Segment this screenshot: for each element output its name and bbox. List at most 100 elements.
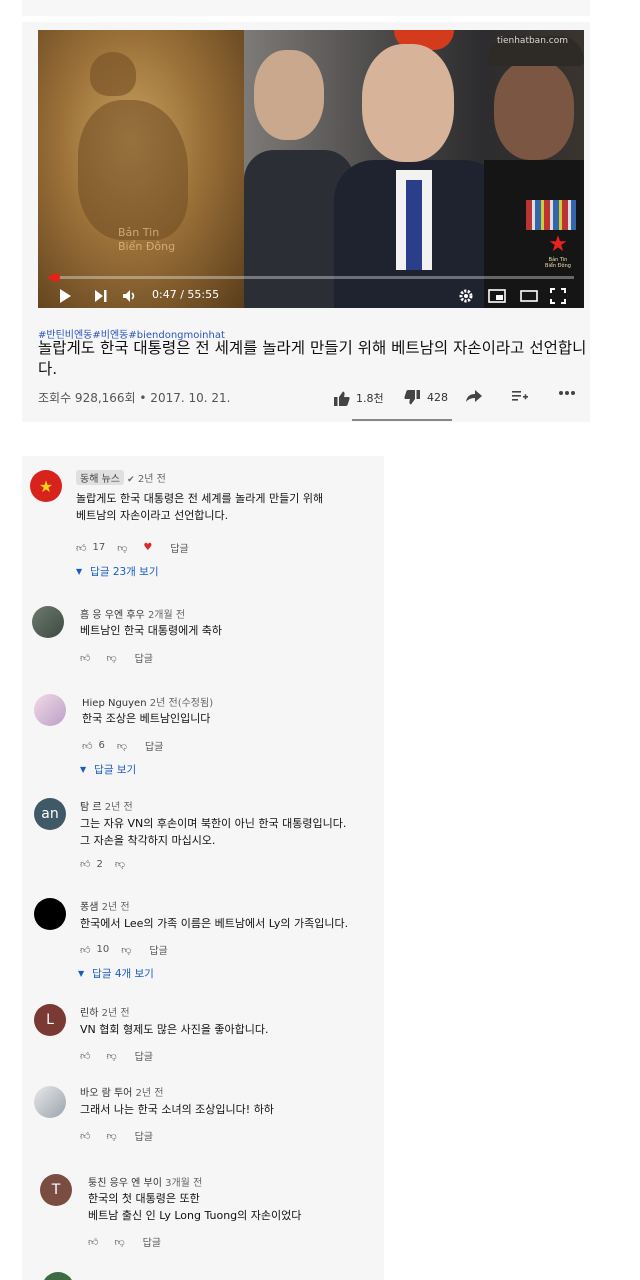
- comment-header: 탐 르 2년 전: [80, 798, 133, 813]
- comment-author[interactable]: 퉁친 응우 엔 부이: [88, 1178, 162, 1189]
- comment-time[interactable]: 2개월 전: [148, 610, 185, 621]
- miniplayer-icon[interactable]: [488, 286, 506, 306]
- comment-text: 한국 조상은 베트남인입니다: [82, 712, 211, 725]
- avatar[interactable]: [42, 1272, 74, 1280]
- avatar[interactable]: [34, 1086, 66, 1118]
- left-watermark-line1: Bản Tin: [118, 226, 160, 239]
- thumbs-down-icon[interactable]: 👎︎: [106, 1130, 116, 1142]
- photo-medals: [526, 200, 576, 230]
- volume-icon[interactable]: [122, 286, 138, 306]
- avatar[interactable]: an: [34, 798, 66, 830]
- playlist-add-icon: [512, 391, 528, 401]
- save-to-playlist-button[interactable]: [512, 390, 528, 402]
- share-button[interactable]: [466, 390, 482, 402]
- thumbs-down-icon[interactable]: 👎︎: [106, 652, 116, 664]
- like-count: 1.8천: [356, 392, 384, 405]
- thumbs-up-icon: [334, 391, 350, 406]
- photo-face-center: [362, 44, 454, 162]
- reply-button[interactable]: 답글: [135, 650, 153, 665]
- comment-like-count: 17: [92, 542, 106, 553]
- creator-heart-icon: ♥: [143, 542, 153, 553]
- thumbs-down-icon[interactable]: 👎︎: [117, 542, 127, 554]
- thumbs-down-icon[interactable]: 👎︎: [121, 944, 131, 956]
- comment-author[interactable]: 린하: [80, 1008, 98, 1019]
- thumbs-up-icon[interactable]: 👍︎: [82, 740, 92, 752]
- view-replies-link[interactable]: ▼ 답글 4개 보기: [78, 966, 154, 981]
- verified-check-icon: ✔: [127, 475, 135, 485]
- painting-horse: [78, 100, 188, 240]
- avatar[interactable]: [34, 694, 66, 726]
- avatar[interactable]: ★: [30, 470, 62, 502]
- thumbs-up-icon[interactable]: 👍︎: [76, 542, 86, 554]
- avatar[interactable]: L: [34, 1004, 66, 1036]
- comment-header: 바오 람 투어 2년 전: [80, 1084, 164, 1099]
- gear-icon[interactable]: [458, 286, 474, 306]
- reply-button[interactable]: 답글: [143, 1234, 161, 1249]
- video-left-painting: Bản Tin Biển Đông: [38, 30, 244, 308]
- comment-author[interactable]: 탐 르: [80, 802, 102, 813]
- player-controls: 0:47 / 55:55: [38, 284, 584, 308]
- avatar[interactable]: T: [40, 1174, 72, 1206]
- avatar-letter: L: [46, 1012, 54, 1028]
- next-icon[interactable]: [94, 286, 108, 306]
- comment-header: 퉁친 응우 엔 부이 3개월 전: [88, 1174, 202, 1189]
- play-icon[interactable]: [58, 286, 72, 306]
- more-actions-button[interactable]: [558, 390, 576, 396]
- comment-time[interactable]: 2년 전: [136, 1088, 164, 1099]
- theater-icon[interactable]: [520, 286, 538, 306]
- comment-actions: 👍︎ 👎︎ 답글: [80, 650, 153, 666]
- comment-actions: 👍︎ 17 👎︎ ♥ 답글: [76, 540, 189, 555]
- comment-actions: 👍︎ 👎︎ 답글: [88, 1234, 161, 1250]
- comment-time[interactable]: 3개월 전: [165, 1178, 202, 1189]
- comment-author[interactable]: 동해 뉴스: [76, 470, 124, 485]
- video-right-photo: [244, 30, 584, 308]
- thumbs-down-icon[interactable]: 👎︎: [115, 858, 125, 870]
- comment-author[interactable]: 퐁샘: [80, 902, 98, 913]
- view-replies-link[interactable]: ▼ 답글 보기: [80, 762, 136, 777]
- comment-time[interactable]: 2년 전: [102, 902, 130, 913]
- share-icon: [466, 390, 482, 402]
- channel-logo: ★ Bản Tin Biển Đông: [544, 233, 572, 270]
- reply-button[interactable]: 답글: [135, 1048, 153, 1063]
- comment-author[interactable]: 바오 람 투어: [80, 1088, 132, 1099]
- comment-text: VN 협회 형제도 많은 사진을 좋아합니다.: [80, 1023, 269, 1036]
- avatar[interactable]: [32, 606, 64, 638]
- thumbs-down-icon[interactable]: 👎︎: [117, 740, 127, 752]
- reply-button[interactable]: 답글: [145, 738, 163, 753]
- comment-actions: 👍︎ 👎︎ 답글: [80, 1048, 153, 1064]
- thumbs-up-icon[interactable]: 👍︎: [80, 944, 90, 956]
- painting-helmet: [90, 52, 136, 96]
- chevron-down-icon: ▼: [76, 567, 83, 576]
- view-replies-link[interactable]: ▼ 답글 23개 보기: [76, 564, 159, 579]
- comment-time[interactable]: 2년 전: [102, 1008, 130, 1019]
- comment-time[interactable]: 2년 전(수정됨): [150, 698, 213, 709]
- photo-tie: [406, 180, 422, 270]
- chevron-down-icon: ▼: [78, 969, 85, 978]
- thumbs-up-icon[interactable]: 👍︎: [80, 1130, 90, 1142]
- thumbs-up-icon[interactable]: 👍︎: [80, 652, 90, 664]
- thumbs-up-icon[interactable]: 👍︎: [88, 1236, 98, 1248]
- thumbs-down-icon[interactable]: 👎︎: [114, 1236, 124, 1248]
- comment-text: 놀랍게도 한국 대통령은 전 세계를 놀라게 만들기 위해 베트남의 자손이라고…: [76, 492, 324, 522]
- thumbs-up-icon[interactable]: 👍︎: [80, 858, 90, 870]
- video-player[interactable]: Bản Tin Biển Đông tienhatban.com ★ Bản T…: [38, 30, 584, 308]
- view-replies-label: 답글 4개 보기: [92, 968, 154, 980]
- reply-button[interactable]: 답글: [135, 1128, 153, 1143]
- reply-button[interactable]: 답글: [170, 540, 188, 555]
- comment-time[interactable]: 2년 전: [138, 474, 166, 485]
- comment-author[interactable]: 흠 응 우엔 후우: [80, 610, 145, 621]
- progress-bar[interactable]: [48, 273, 574, 282]
- comment-author[interactable]: Hiep Nguyen: [82, 698, 147, 709]
- comment-text: 한국에서 Lee의 가족 이름은 베트남에서 Ly의 가족입니다.: [80, 917, 349, 930]
- thumbs-up-icon[interactable]: 👍︎: [80, 1050, 90, 1062]
- reply-button[interactable]: 답글: [149, 942, 167, 957]
- comment-time[interactable]: 2년 전: [105, 802, 133, 813]
- comment-like-count: 2: [96, 858, 103, 870]
- thumbs-down-icon[interactable]: 👎︎: [106, 1050, 116, 1062]
- like-button[interactable]: 1.8천: [334, 390, 384, 406]
- dislike-button[interactable]: 428: [404, 390, 448, 405]
- comment-actions: 👍︎ 👎︎ 답글: [80, 1128, 153, 1144]
- comment-actions: 👍︎ 6 👎︎ 답글: [82, 738, 163, 753]
- avatar[interactable]: [34, 898, 66, 930]
- fullscreen-icon[interactable]: [550, 286, 566, 306]
